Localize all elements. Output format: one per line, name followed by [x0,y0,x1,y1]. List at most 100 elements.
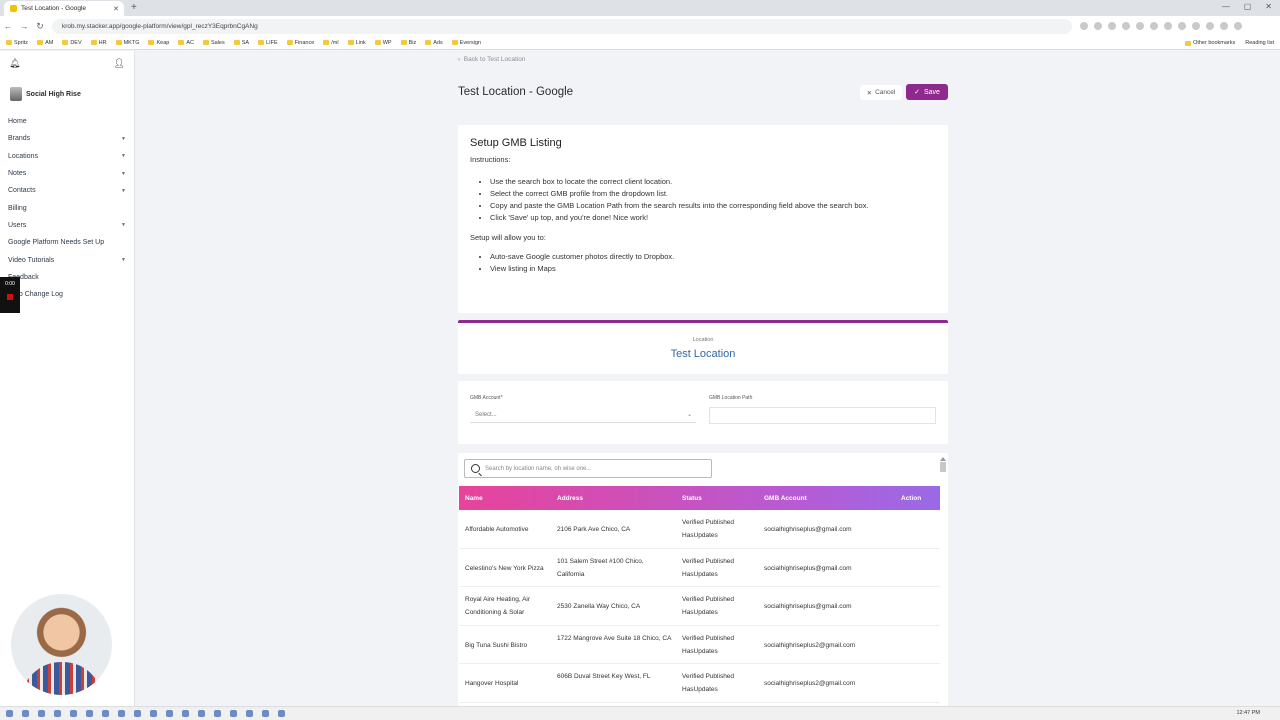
taskbar-app-icon[interactable] [118,710,125,717]
sidebar-item-video-tutorials[interactable]: Video Tutorials ▼ [0,251,134,268]
location-value[interactable]: Test Location [458,348,948,360]
taskbar-app-icon[interactable] [198,710,205,717]
taskbar-app-icon[interactable] [182,710,189,717]
bookmark-item[interactable]: MKTG [115,40,139,46]
extension-icon[interactable] [1080,22,1088,30]
maximize-icon[interactable]: ▢ [1244,2,1252,11]
location-search-input[interactable]: Search by location name, oh wise one... [464,459,712,478]
bookmark-item[interactable]: Sales [202,40,225,46]
bookmark-item[interactable]: AC [178,40,194,46]
list-item: Auto-save Google customer photos directl… [490,251,936,263]
extension-icon[interactable] [1164,22,1172,30]
sidebar-item-home[interactable]: Home [0,113,134,130]
bookmark-item[interactable]: Spritz [6,40,28,46]
bookmark-item[interactable]: SA [233,40,249,46]
table-row[interactable]: Affordable Automotive 2106 Park Ave Chico… [459,510,940,549]
extension-icon[interactable] [1122,22,1130,30]
extension-icon[interactable] [1192,22,1200,30]
taskbar-app-icon[interactable] [86,710,93,717]
back-arrow-icon[interactable]: ← [0,21,16,31]
table-row[interactable]: Celestino's New York Pizza 101 Salem Stre… [459,549,940,587]
minimize-icon[interactable]: — [1222,2,1230,11]
bookmark-item[interactable]: Biz [400,40,416,46]
table-row[interactable]: Hangover Hospital 606B Duval Street Key W… [459,664,940,703]
table-cell-status: Verified Published HasUpdates [682,557,735,578]
reload-icon[interactable]: ↻ [32,21,48,32]
extension-icon[interactable] [1136,22,1144,30]
taskbar-app-icon[interactable] [150,710,157,717]
taskbar-app-icon[interactable] [22,710,29,717]
folder-icon [115,40,122,45]
column-header[interactable]: Status [682,495,702,502]
taskbar-app-icon[interactable] [102,710,109,717]
column-header[interactable]: GMB Account [764,495,807,502]
brand-logo[interactable]: Social High Rise [0,75,134,113]
bookmark-item[interactable]: Link [347,40,366,46]
extension-icon[interactable] [1234,22,1242,30]
save-button[interactable]: ✓ Save [906,84,948,100]
back-link[interactable]: ‹ Back to Test Location [458,56,525,63]
browser-tab[interactable]: Test Location - Google ✕ [4,1,124,16]
chevron-down-icon: ▼ [121,222,126,229]
bookmark-item[interactable]: DEV [62,40,82,46]
close-tab-icon[interactable]: ✕ [113,5,119,13]
cancel-button[interactable]: ✕ Cancel [860,85,902,100]
forward-arrow-icon[interactable]: → [16,21,32,31]
taskbar-app-icon[interactable] [38,710,45,717]
location-label: Location [692,337,714,343]
sidebar-item-feedback[interactable]: Feedback [0,269,134,286]
reading-list[interactable]: Reading list [1245,40,1274,46]
column-header[interactable]: Name [465,495,483,502]
other-bookmarks[interactable]: Other bookmarks [1185,40,1235,46]
bookmark-item[interactable]: Keap [148,40,169,46]
sidebar-item-notes[interactable]: Notes ▼ [0,165,134,182]
sidebar-item-brands[interactable]: Brands ▼ [0,130,134,147]
sidebar-item-google-platform-needs-set-up[interactable]: Google Platform Needs Set Up [0,234,134,251]
bookmark-item[interactable]: Ads [425,40,443,46]
taskbar-app-icon[interactable] [70,710,77,717]
bookmark-item[interactable]: Finance [286,40,314,46]
bookmark-item[interactable]: /ml [323,40,339,46]
extension-icon[interactable] [1094,22,1102,30]
bell-icon[interactable]: 🔔︎ [9,58,20,69]
extension-icon[interactable] [1206,22,1214,30]
taskbar-app-icon[interactable] [6,710,13,717]
results-scrollbar[interactable] [940,457,946,707]
table-row[interactable]: Royal Aire Heating, Air Conditioning & S… [459,587,940,626]
bookmark-item[interactable]: LIFE [258,40,278,46]
new-tab-icon[interactable]: + [131,2,137,13]
taskbar-app-icon[interactable] [278,710,285,717]
benefits-list: Auto-save Google customer photos directl… [490,251,936,275]
stop-record-icon[interactable] [7,294,13,300]
user-icon[interactable]: 👤︎ [114,58,125,69]
column-header[interactable]: Action [901,495,921,502]
url-text: krob.my.stacker.app/google-platform/view… [62,22,258,30]
taskbar-app-icon[interactable] [134,710,141,717]
sidebar-item-billing[interactable]: Billing [0,199,134,216]
extension-icon[interactable] [1150,22,1158,30]
bookmark-item[interactable]: WP [374,40,392,46]
close-window-icon[interactable]: ✕ [1265,2,1272,11]
gmb-account-select[interactable]: Select... ⌄ [470,407,696,423]
sidebar-item-users[interactable]: Users ▼ [0,217,134,234]
extension-icon[interactable] [1108,22,1116,30]
url-input[interactable]: krob.my.stacker.app/google-platform/view… [52,18,1072,34]
taskbar-app-icon[interactable] [214,710,221,717]
sidebar-item-contacts[interactable]: Contacts ▼ [0,182,134,199]
column-header[interactable]: Address [557,495,583,502]
bookmark-item[interactable]: Eversign [451,40,481,46]
bookmark-item[interactable]: AM [37,40,53,46]
extension-icon[interactable] [1178,22,1186,30]
extension-icon[interactable] [1220,22,1228,30]
taskbar-app-icon[interactable] [262,710,269,717]
bookmark-item[interactable]: HR [90,40,107,46]
sidebar-item-krob-change-log[interactable]: Krob Change Log [0,286,134,303]
table-row[interactable]: Big Tuna Sushi Bistro 1722 Mangrove Ave S… [459,626,940,664]
taskbar-app-icon[interactable] [230,710,237,717]
taskbar-app-icon[interactable] [246,710,253,717]
taskbar-app-icon[interactable] [166,710,173,717]
gmb-path-input[interactable] [709,407,936,424]
taskbar-app-icon[interactable] [54,710,61,717]
sidebar-item-locations[interactable]: Locations ▼ [0,148,134,165]
recorder-widget[interactable]: 0:00 [0,277,20,313]
